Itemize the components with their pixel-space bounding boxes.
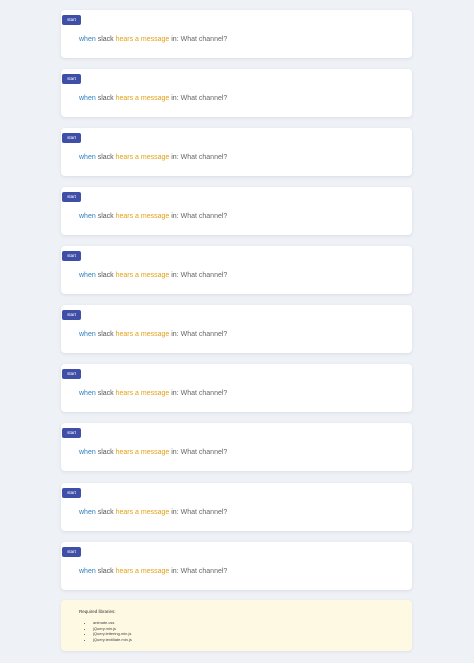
- step-card: start when slack hears a message in: Wha…: [61, 128, 412, 176]
- event-name[interactable]: hears a message: [116, 36, 170, 43]
- in-label: in:: [171, 331, 179, 338]
- trigger-sentence: when slack hears a message in: What chan…: [79, 330, 227, 339]
- service-name[interactable]: slack: [98, 95, 114, 102]
- event-name[interactable]: hears a message: [116, 154, 170, 161]
- in-label: in:: [171, 154, 179, 161]
- when-keyword: when: [79, 272, 96, 279]
- library-item: jQuery.textillate.min.js: [93, 637, 132, 643]
- step-card: start when slack hears a message in: Wha…: [61, 305, 412, 353]
- channel-question[interactable]: What channel?: [181, 331, 228, 338]
- start-badge: start: [62, 428, 81, 438]
- event-name[interactable]: hears a message: [116, 568, 170, 575]
- trigger-sentence: when slack hears a message in: What chan…: [79, 448, 227, 457]
- channel-question[interactable]: What channel?: [181, 509, 228, 516]
- start-badge: start: [62, 369, 81, 379]
- event-name[interactable]: hears a message: [116, 331, 170, 338]
- when-keyword: when: [79, 331, 96, 338]
- in-label: in:: [171, 509, 179, 516]
- step-card: start when slack hears a message in: Wha…: [61, 69, 412, 117]
- trigger-sentence: when slack hears a message in: What chan…: [79, 153, 227, 162]
- trigger-sentence: when slack hears a message in: What chan…: [79, 567, 227, 576]
- in-label: in:: [171, 36, 179, 43]
- when-keyword: when: [79, 213, 96, 220]
- when-keyword: when: [79, 449, 96, 456]
- in-label: in:: [171, 95, 179, 102]
- event-name[interactable]: hears a message: [116, 509, 170, 516]
- service-name[interactable]: slack: [98, 449, 114, 456]
- library-list: animate.css jQuery.min.js jQuery.letteri…: [86, 620, 132, 642]
- trigger-sentence: when slack hears a message in: What chan…: [79, 35, 227, 44]
- in-label: in:: [171, 390, 179, 397]
- channel-question[interactable]: What channel?: [181, 272, 228, 279]
- step-card: start when slack hears a message in: Wha…: [61, 246, 412, 294]
- step-card: start when slack hears a message in: Wha…: [61, 364, 412, 412]
- when-keyword: when: [79, 509, 96, 516]
- step-card: start when slack hears a message in: Wha…: [61, 483, 412, 531]
- service-name[interactable]: slack: [98, 331, 114, 338]
- start-badge: start: [62, 15, 81, 25]
- in-label: in:: [171, 213, 179, 220]
- event-name[interactable]: hears a message: [116, 95, 170, 102]
- start-badge: start: [62, 74, 81, 84]
- trigger-sentence: when slack hears a message in: What chan…: [79, 271, 227, 280]
- trigger-sentence: when slack hears a message in: What chan…: [79, 508, 227, 517]
- step-card: start when slack hears a message in: Wha…: [61, 187, 412, 235]
- channel-question[interactable]: What channel?: [181, 568, 228, 575]
- service-name[interactable]: slack: [98, 272, 114, 279]
- channel-question[interactable]: What channel?: [181, 95, 228, 102]
- event-name[interactable]: hears a message: [116, 213, 170, 220]
- step-card: start when slack hears a message in: Wha…: [61, 423, 412, 471]
- channel-question[interactable]: What channel?: [181, 213, 228, 220]
- when-keyword: when: [79, 95, 96, 102]
- start-badge: start: [62, 310, 81, 320]
- channel-question[interactable]: What channel?: [181, 36, 228, 43]
- start-badge: start: [62, 488, 81, 498]
- required-libraries-notice: Required libraries: animate.css jQuery.m…: [61, 600, 412, 651]
- start-badge: start: [62, 133, 81, 143]
- trigger-sentence: when slack hears a message in: What chan…: [79, 94, 227, 103]
- start-badge: start: [62, 251, 81, 261]
- service-name[interactable]: slack: [98, 509, 114, 516]
- in-label: in:: [171, 449, 179, 456]
- when-keyword: when: [79, 154, 96, 161]
- in-label: in:: [171, 272, 179, 279]
- trigger-sentence: when slack hears a message in: What chan…: [79, 212, 227, 221]
- service-name[interactable]: slack: [98, 390, 114, 397]
- event-name[interactable]: hears a message: [116, 272, 170, 279]
- service-name[interactable]: slack: [98, 154, 114, 161]
- trigger-sentence: when slack hears a message in: What chan…: [79, 389, 227, 398]
- start-badge: start: [62, 192, 81, 202]
- step-card: start when slack hears a message in: Wha…: [61, 10, 412, 58]
- service-name[interactable]: slack: [98, 568, 114, 575]
- when-keyword: when: [79, 390, 96, 397]
- channel-question[interactable]: What channel?: [181, 449, 228, 456]
- event-name[interactable]: hears a message: [116, 390, 170, 397]
- service-name[interactable]: slack: [98, 213, 114, 220]
- in-label: in:: [171, 568, 179, 575]
- notice-title: Required libraries:: [79, 609, 116, 614]
- start-badge: start: [62, 547, 81, 557]
- when-keyword: when: [79, 568, 96, 575]
- event-name[interactable]: hears a message: [116, 449, 170, 456]
- step-card: start when slack hears a message in: Wha…: [61, 542, 412, 590]
- channel-question[interactable]: What channel?: [181, 154, 228, 161]
- service-name[interactable]: slack: [98, 36, 114, 43]
- when-keyword: when: [79, 36, 96, 43]
- channel-question[interactable]: What channel?: [181, 390, 228, 397]
- library-item: jQuery.lettering.min.js: [93, 631, 132, 637]
